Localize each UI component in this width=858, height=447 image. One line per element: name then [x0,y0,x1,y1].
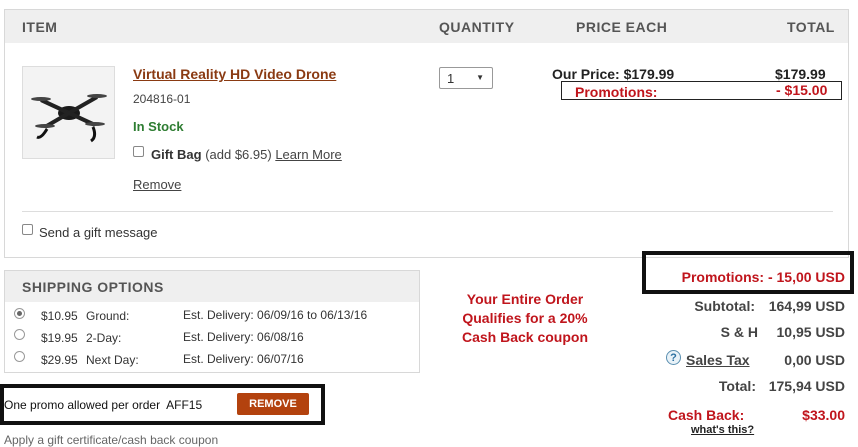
question-icon[interactable]: ? [666,350,681,365]
cashback-message: Your Entire Order Qualifies for a 20% Ca… [440,290,610,347]
gift-message-label: Send a gift message [39,225,158,240]
header-total: TOTAL [787,19,835,35]
cart-divider [22,211,833,212]
shipping-title: SHIPPING OPTIONS [22,279,164,295]
shipping-radio-ground[interactable] [14,308,25,319]
gift-bag-label: Gift Bag [151,147,202,162]
product-sku: 204816-01 [133,92,191,106]
header-item: ITEM [22,19,58,35]
shipping-name-nextday: Next Day: [86,353,139,367]
shipping-handling-value: 10,95 USD [776,324,845,340]
cart-panel [4,9,849,258]
remove-item-link[interactable]: Remove [133,177,181,192]
gift-bag-price: (add $6.95) [205,147,272,162]
shipping-radio-2day[interactable] [14,329,25,340]
sales-tax-link[interactable]: Sales Tax [686,352,750,368]
promo-text: One promo allowed per order AFF15 [4,398,202,412]
total-label: Total: [718,378,756,394]
drone-image [23,67,114,158]
promo-rule: One promo allowed per order [4,398,161,412]
shipping-delivery-ground: Est. Delivery: 06/09/16 to 06/13/16 [183,308,368,322]
our-price: Our Price: $179.99 [552,66,674,82]
cashback-message-line2: Qualifies for a 20% [462,310,588,326]
item-promotions-value: - $15.00 [776,82,828,98]
item-promotions-label: Promotions: [575,84,658,100]
cashback-value: $33.00 [802,407,845,423]
product-name-link[interactable]: Virtual Reality HD Video Drone [133,66,336,82]
shipping-name-2day: 2-Day: [86,331,122,345]
order-promotions: Promotions: - 15,00 USD [681,269,845,285]
gift-bag-option: Gift Bag (add $6.95) Learn More [151,147,342,162]
shipping-price-ground: $10.95 [41,309,78,323]
shipping-delivery-2day: Est. Delivery: 06/08/16 [183,330,304,344]
our-price-label: Our Price: [552,66,620,82]
shipping-handling-label: S & H [720,324,758,340]
line-total: $179.99 [775,66,826,82]
sales-tax-value: 0,00 USD [784,352,845,368]
header-quantity: QUANTITY [439,19,515,35]
our-price-value: $179.99 [623,66,675,82]
total-value: 175,94 USD [768,378,845,394]
stock-status: In Stock [133,119,184,134]
gift-message-checkbox[interactable] [22,224,33,235]
cashback-label: Cash Back: [668,407,745,423]
cashback-message-line3: Cash Back coupon [461,329,589,345]
shipping-price-2day: $19.95 [41,331,78,345]
header-price-each: PRICE EACH [576,19,668,35]
product-image[interactable] [22,66,115,159]
gift-bag-checkbox[interactable] [133,146,144,157]
quantity-value: 1 [447,71,455,86]
chevron-down-icon: ▼ [476,73,484,82]
shipping-price-nextday: $29.95 [41,353,78,367]
subtotal-value: 164,99 USD [768,298,845,314]
gift-certificate-link[interactable]: Apply a gift certificate/cash back coupo… [4,433,218,447]
shipping-delivery-nextday: Est. Delivery: 06/07/16 [183,352,304,366]
remove-promo-button[interactable]: REMOVE [237,393,309,415]
shipping-radio-nextday[interactable] [14,351,25,362]
cart-header [5,10,848,43]
shipping-name-ground: Ground: [86,309,130,323]
quantity-select[interactable]: 1 ▼ [439,67,493,89]
whats-this-link[interactable]: what's this? [691,424,754,436]
cashback-message-line1: Your Entire Order [466,291,584,307]
promo-code: AFF15 [166,398,203,412]
subtotal-label: Subtotal: [694,298,755,314]
learn-more-link[interactable]: Learn More [275,147,341,162]
